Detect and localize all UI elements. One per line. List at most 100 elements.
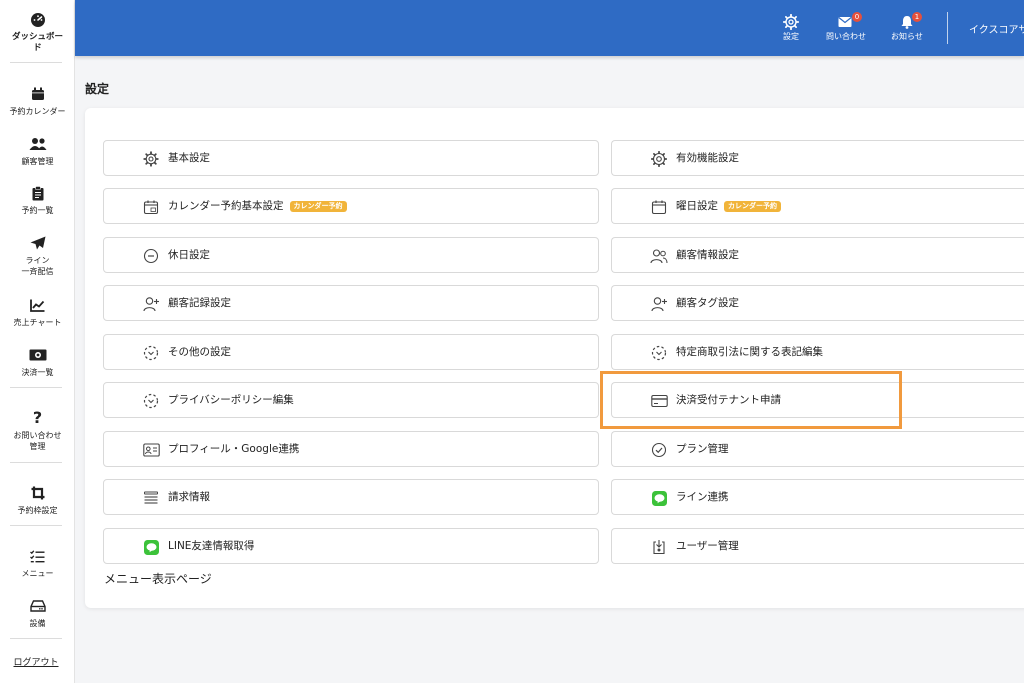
sidebar-divider: [10, 387, 62, 388]
header-settings-button[interactable]: 設定: [783, 14, 799, 42]
payment-tenant-application-button[interactable]: 決済受付テナント申請: [611, 382, 1024, 418]
money-bill-icon: [29, 347, 47, 363]
sidebar-item-label: 売上チャート: [13, 318, 62, 327]
sidebar-item-reservation-list[interactable]: 予約一覧: [0, 185, 75, 216]
dashed-circle-icon: [142, 344, 160, 362]
header-contact-button[interactable]: 0 問い合わせ: [826, 12, 866, 42]
button-label: 休日設定: [168, 249, 210, 261]
button-label: カレンダー予約基本設定 カレンダー予約: [168, 189, 347, 223]
sidebar-item-sales-chart[interactable]: 売上チャート: [0, 297, 75, 328]
button-label-text: 曜日設定: [676, 200, 718, 212]
sidebar-divider: [10, 638, 62, 639]
sidebar-divider: [10, 462, 62, 463]
other-settings-button[interactable]: その他の設定: [103, 334, 599, 370]
sidebar-item-slot-settings[interactable]: 予約枠設定: [0, 485, 75, 516]
cog-circle-icon: [650, 150, 668, 168]
sidebar-item-label: 予約枠設定: [17, 506, 58, 515]
menu-display-page-link[interactable]: メニュー表示ページ: [104, 570, 212, 587]
dashboard-gauge-icon: [30, 12, 46, 28]
button-label: 基本設定: [168, 152, 210, 164]
line-app-icon: [650, 489, 668, 507]
button-label: 特定商取引法に関する表記編集: [676, 346, 823, 358]
sidebar-item-label: 決済一覧: [21, 368, 54, 377]
line-integration-button[interactable]: ライン連携: [611, 479, 1024, 515]
calendar-reservation-tag: カレンダー予約: [289, 200, 347, 212]
privacy-policy-edit-button[interactable]: プライバシーポリシー編集: [103, 382, 599, 418]
gear-icon: [783, 14, 799, 30]
sidebar-item-dashboard[interactable]: ダッシュボー ド: [0, 12, 75, 54]
gear-icon: [142, 150, 160, 168]
calendar-basic-settings-button[interactable]: カレンダー予約基本設定 カレンダー予約: [103, 188, 599, 224]
notice-badge: 1: [911, 12, 922, 22]
customer-tag-settings-button[interactable]: 顧客タグ設定: [611, 285, 1024, 321]
hdd-icon: [29, 598, 46, 614]
id-card-icon: [142, 441, 160, 459]
button-label: 顧客記録設定: [168, 297, 231, 309]
contact-badge: 0: [852, 12, 862, 22]
button-label: 決済受付テナント申請: [676, 394, 781, 406]
bell-icon: 1: [900, 12, 922, 30]
sidebar-item-inquiries[interactable]: ? お問い合わせ 管理: [0, 410, 75, 452]
top-header: 設定 0 問い合わせ 1 お知らせ イクスコアサ: [75, 0, 1024, 56]
line-app-icon: [142, 538, 160, 556]
billing-info-button[interactable]: 請求情報: [103, 479, 599, 515]
sidebar: ダッシュボー ド 予約カレンダー 顧客管理 予約一覧 ライン 一斉配信 売上チャ…: [0, 0, 75, 683]
header-notice-button[interactable]: 1 お知らせ: [891, 12, 923, 42]
header-settings-label: 設定: [783, 32, 799, 41]
logout-link[interactable]: ログアウト: [0, 655, 72, 668]
sidebar-item-menu[interactable]: メニュー: [0, 548, 75, 579]
check-circle-icon: [650, 441, 668, 459]
users-icon: [650, 247, 668, 265]
button-label: プラン管理: [676, 443, 729, 455]
calendar-icon: [650, 198, 668, 216]
button-label: 請求情報: [168, 491, 210, 503]
sidebar-item-label: 予約一覧: [21, 206, 54, 215]
sidebar-item-label: 予約カレンダー: [9, 107, 66, 116]
sidebar-item-label: 設備: [29, 619, 46, 628]
button-label: 顧客タグ設定: [676, 297, 739, 309]
line-chart-icon: [30, 297, 45, 313]
sidebar-item-label: お問い合わせ 管理: [13, 431, 62, 451]
weekday-settings-button[interactable]: 曜日設定 カレンダー予約: [611, 188, 1024, 224]
button-label: ライン連携: [676, 491, 729, 503]
crop-icon: [31, 485, 45, 501]
stack-lines-icon: [142, 489, 160, 507]
button-label: 顧客情報設定: [676, 249, 739, 261]
sidebar-item-payments[interactable]: 決済一覧: [0, 347, 75, 378]
profile-google-button[interactable]: プロフィール・Google連携: [103, 431, 599, 467]
basic-settings-button[interactable]: 基本設定: [103, 140, 599, 176]
enabled-features-button[interactable]: 有効機能設定: [611, 140, 1024, 176]
users-icon: [29, 136, 47, 152]
header-divider: [947, 12, 948, 44]
sidebar-item-label: ダッシュボー ド: [11, 32, 63, 53]
sidebar-item-line-broadcast[interactable]: ライン 一斉配信: [0, 235, 75, 277]
button-label: LINE友達情報取得: [168, 540, 255, 552]
customer-record-settings-button[interactable]: 顧客記録設定: [103, 285, 599, 321]
paper-plane-icon: [30, 235, 46, 251]
sidebar-item-equipment[interactable]: 設備: [0, 598, 75, 629]
calendar-icon: [142, 198, 160, 216]
sidebar-item-customers[interactable]: 顧客管理: [0, 136, 75, 167]
commerce-law-edit-button[interactable]: 特定商取引法に関する表記編集: [611, 334, 1024, 370]
customer-info-settings-button[interactable]: 顧客情報設定: [611, 237, 1024, 273]
sidebar-item-calendar[interactable]: 予約カレンダー: [0, 86, 75, 117]
user-plus-icon: [142, 295, 160, 313]
plan-management-button[interactable]: プラン管理: [611, 431, 1024, 467]
list-check-icon: [30, 548, 45, 564]
header-contact-label: 問い合わせ: [826, 32, 866, 41]
header-notice-label: お知らせ: [891, 32, 923, 41]
holiday-settings-button[interactable]: 休日設定: [103, 237, 599, 273]
button-label: ユーザー管理: [676, 540, 739, 552]
user-download-icon: [650, 538, 668, 556]
sidebar-divider: [10, 62, 62, 63]
user-name[interactable]: イクスコアサ: [969, 21, 1024, 36]
user-management-button[interactable]: ユーザー管理: [611, 528, 1024, 564]
minus-circle-icon: [142, 247, 160, 265]
envelope-icon: 0: [838, 12, 862, 30]
line-friend-info-button[interactable]: LINE友達情報取得: [103, 528, 599, 564]
question-mark-icon: ?: [32, 408, 43, 427]
credit-card-icon: [650, 392, 668, 410]
dashed-circle-icon: [650, 344, 668, 362]
calendar-reservation-tag: カレンダー予約: [724, 200, 781, 212]
button-label-text: カレンダー予約基本設定: [168, 200, 284, 212]
